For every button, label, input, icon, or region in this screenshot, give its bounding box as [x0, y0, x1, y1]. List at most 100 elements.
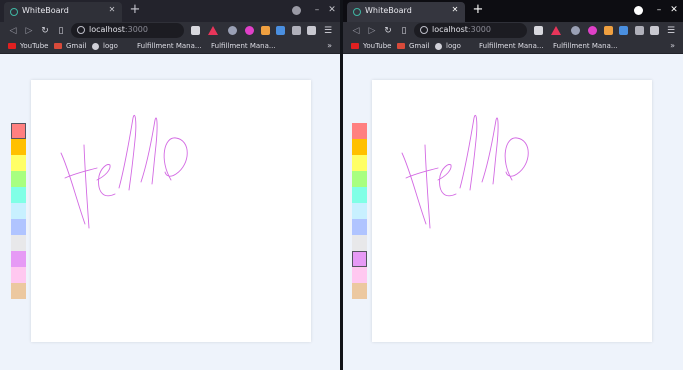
tab-strip: WhiteBoard ✕ + – ✕ — [343, 0, 683, 22]
bookmark-logo[interactable]: logo — [92, 40, 118, 52]
extension-icon[interactable] — [619, 26, 628, 35]
color-swatch[interactable] — [352, 123, 367, 139]
shield-icon[interactable] — [191, 26, 200, 35]
forward-arrow-icon[interactable]: ▷ — [366, 25, 378, 37]
browser-window-left: WhiteBoard ✕ + – ✕ ◁ ▷ ↻ ▯ localhost:300… — [0, 0, 340, 370]
reload-icon[interactable]: ↻ — [39, 25, 51, 37]
minimize-button[interactable]: – — [653, 4, 665, 16]
extension-icon[interactable] — [276, 26, 285, 35]
bookmark-fulfillment-2[interactable]: Fulfillment Mana... — [553, 40, 618, 52]
gmail-icon — [54, 43, 62, 49]
tab-whiteboard[interactable]: WhiteBoard ✕ — [4, 2, 122, 22]
more-bookmarks-icon[interactable]: » — [670, 40, 675, 52]
bookmark-logo[interactable]: logo — [435, 40, 461, 52]
rewards-icon[interactable] — [208, 26, 218, 35]
new-tab-button[interactable]: + — [128, 3, 142, 17]
metamask-icon[interactable] — [604, 26, 613, 35]
whiteboard-canvas[interactable] — [372, 80, 652, 342]
globe-icon — [435, 42, 442, 50]
tab-title: WhiteBoard — [22, 6, 69, 15]
navigation-toolbar: ◁ ▷ ↻ ▯ localhost:3000 ☰ — [343, 22, 683, 39]
tab-title: WhiteBoard — [365, 6, 412, 15]
globe-icon — [92, 42, 99, 50]
color-swatch[interactable] — [11, 251, 26, 267]
color-swatch[interactable] — [352, 155, 367, 171]
color-swatch[interactable] — [352, 251, 367, 267]
reload-icon[interactable]: ↻ — [382, 25, 394, 37]
back-arrow-icon[interactable]: ◁ — [350, 25, 362, 37]
gmail-icon — [397, 43, 405, 49]
color-swatch[interactable] — [11, 155, 26, 171]
color-palette — [352, 123, 367, 299]
whiteboard-canvas[interactable] — [31, 80, 311, 342]
color-swatch[interactable] — [352, 203, 367, 219]
forward-arrow-icon[interactable]: ▷ — [23, 25, 35, 37]
bookmark-fulfillment-1[interactable]: Fulfillment Mana... — [479, 40, 544, 52]
address-bar[interactable]: localhost:3000 — [414, 23, 527, 38]
menu-icon[interactable]: ☰ — [322, 25, 334, 37]
close-window-button[interactable]: ✕ — [326, 4, 338, 16]
browser-window-right: WhiteBoard ✕ + – ✕ ◁ ▷ ↻ ▯ localhost:300… — [343, 0, 683, 370]
bookmark-fulfillment-2[interactable]: Fulfillment Mana... — [211, 40, 276, 52]
puzzle-icon[interactable] — [307, 26, 316, 35]
close-tab-icon[interactable]: ✕ — [449, 4, 461, 16]
extension-icon[interactable] — [245, 26, 254, 35]
rewards-icon[interactable] — [551, 26, 561, 35]
color-swatch[interactable] — [352, 267, 367, 283]
tab-strip: WhiteBoard ✕ + – ✕ — [0, 0, 340, 22]
close-tab-icon[interactable]: ✕ — [106, 4, 118, 16]
color-swatch[interactable] — [352, 219, 367, 235]
site-info-icon[interactable] — [77, 26, 85, 34]
tab-whiteboard[interactable]: WhiteBoard ✕ — [347, 2, 465, 22]
youtube-icon — [8, 43, 16, 49]
more-bookmarks-icon[interactable]: » — [327, 40, 332, 52]
drawn-text-hello — [60, 114, 188, 229]
navigation-toolbar: ◁ ▷ ↻ ▯ localhost:3000 ☰ — [0, 22, 340, 39]
color-swatch[interactable] — [11, 139, 26, 155]
extension-icon[interactable] — [571, 26, 580, 35]
color-swatch[interactable] — [11, 171, 26, 187]
bookmark-gmail[interactable]: Gmail — [397, 40, 429, 52]
color-swatch[interactable] — [11, 203, 26, 219]
shield-icon[interactable] — [534, 26, 543, 35]
color-swatch[interactable] — [352, 235, 367, 251]
bookmark-youtube[interactable]: YouTube — [8, 40, 48, 52]
bookmarks-bar: YouTube Gmail logo Fulfillment Mana... F… — [0, 39, 340, 54]
media-control-button[interactable] — [292, 6, 301, 15]
color-swatch[interactable] — [352, 139, 367, 155]
back-arrow-icon[interactable]: ◁ — [7, 25, 19, 37]
color-swatch[interactable] — [11, 219, 26, 235]
color-swatch[interactable] — [11, 267, 26, 283]
new-tab-button[interactable]: + — [471, 3, 485, 17]
bookmarks-bar: YouTube Gmail logo Fulfillment Mana... F… — [343, 39, 683, 54]
extension-icon[interactable] — [228, 26, 237, 35]
bookmark-icon[interactable]: ▯ — [398, 25, 410, 37]
color-swatch[interactable] — [352, 283, 367, 299]
address-text: localhost:3000 — [89, 25, 148, 34]
color-swatch[interactable] — [11, 187, 26, 203]
color-palette — [11, 123, 26, 299]
color-swatch[interactable] — [352, 171, 367, 187]
camera-icon[interactable] — [292, 26, 301, 35]
metamask-icon[interactable] — [261, 26, 270, 35]
bookmark-fulfillment-1[interactable]: Fulfillment Mana... — [137, 40, 202, 52]
menu-icon[interactable]: ☰ — [665, 25, 677, 37]
close-window-button[interactable]: ✕ — [668, 4, 680, 16]
color-swatch[interactable] — [11, 283, 26, 299]
color-swatch[interactable] — [11, 123, 26, 139]
bookmark-icon[interactable]: ▯ — [55, 25, 67, 37]
bookmark-gmail[interactable]: Gmail — [54, 40, 86, 52]
extension-icon[interactable] — [588, 26, 597, 35]
color-swatch[interactable] — [352, 187, 367, 203]
youtube-icon — [351, 43, 359, 49]
puzzle-icon[interactable] — [650, 26, 659, 35]
drawn-text-hello — [401, 114, 529, 229]
react-icon — [353, 8, 361, 16]
media-control-button[interactable] — [634, 6, 643, 15]
bookmark-youtube[interactable]: YouTube — [351, 40, 391, 52]
color-swatch[interactable] — [11, 235, 26, 251]
minimize-button[interactable]: – — [311, 4, 323, 16]
site-info-icon[interactable] — [420, 26, 428, 34]
camera-icon[interactable] — [635, 26, 644, 35]
address-bar[interactable]: localhost:3000 — [71, 23, 184, 38]
